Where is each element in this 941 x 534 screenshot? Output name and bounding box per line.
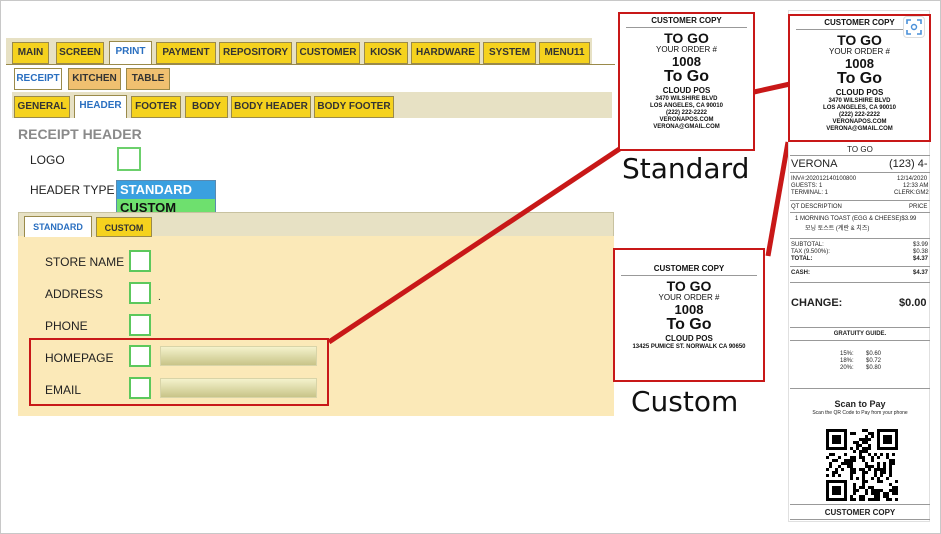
divider [790,504,930,505]
standard-receipt-preview: CUSTOMER COPY TO GO YOUR ORDER # 1008 To… [618,12,755,151]
divider [790,238,930,239]
divider [790,519,930,520]
receipt-tax-label: TAX (9.500%): [791,249,830,255]
receipt-copy-label: CUSTOMER COPY [626,17,747,28]
gratuity-15-label: 15%: [840,351,854,357]
receipt-to-go-2: To Go [836,70,883,87]
receipt-to-go-2: To Go [666,316,712,333]
divider [790,282,930,283]
divider [790,340,930,341]
receipt-custom-address: 13425 PUMICE ST. NORWALK CA 90650 [632,344,746,350]
gratuity-15-value: $0.60 [866,351,882,357]
receipt-cash: $4.37 [913,270,929,276]
receipt-subtotal-label: SUBTOTAL: [791,242,824,248]
receipt-to-go-2: To Go [663,68,710,85]
receipt-email: VERONA@GMAIL.COM [653,124,720,130]
receipt-order-label: YOUR ORDER # [658,293,720,302]
divider [790,155,930,156]
gratuity-18-value: $0.72 [866,358,882,364]
receipt-address-1: 3470 WILSHIRE BLVD [655,96,718,102]
receipt-scan-to-pay: Scan to Pay [834,399,886,409]
receipt-phone: (222) 222-2222 [838,112,881,118]
receipt-scan-sub: Scan the QR Code to Pay from your phone [812,410,908,416]
receipt-verona-phone: (123) 4- [889,158,928,170]
divider [790,212,930,213]
divider [790,200,930,201]
receipt-col-price: PRICE [909,204,928,210]
receipt-to-go-line: TO GO [847,145,873,154]
divider [790,388,930,389]
receipt-clerk: CLERK:GM2 [894,190,929,196]
receipt-store-name: CLOUD POS [662,86,711,95]
receipt-item: 1 MORNING TOAST (EGG & CHEESE)$3.99 [795,216,917,222]
connector-to-standard [327,143,626,345]
divider [790,327,930,328]
receipt-inv: INV#:202012140100800 [791,176,857,182]
receipt-to-go: TO GO [666,278,712,294]
receipt-email: VERONA@GMAIL.COM [826,126,893,132]
receipt-store-name: CLOUD POS [665,334,713,343]
receipt-web: VERONAPOS.COM [659,117,714,123]
gratuity-20-label: 20%: [840,365,854,371]
receipt-date: 12/14/2020 [897,176,928,182]
receipt-order-number: 1008 [674,302,704,317]
receipt-subtotal: $3.99 [913,242,929,248]
receipt-change-label: CHANGE: [791,297,843,309]
receipt-address-2: LOS ANGELES, CA 90010 [823,105,896,111]
receipt-to-go: TO GO [664,30,709,46]
gratuity-18-label: 18%: [840,358,854,364]
qr-code-icon [826,429,898,501]
receipt-store-name: CLOUD POS [835,88,884,97]
receipt-col-desc: QT DESCRIPTION [791,204,842,210]
divider [790,172,930,173]
receipt-total: $4.37 [913,256,929,262]
receipt-web: VERONAPOS.COM [832,119,887,125]
receipt-item-korean: 모닝 토스트 (계란 & 치즈) [805,226,870,232]
scan-icon[interactable] [903,16,925,38]
receipt-guests: GUESTS: 1 [791,183,823,189]
caption-custom: Custom [631,385,739,418]
receipt-verona: VERONA [791,158,838,170]
receipt-bottom-copy: CUSTOMER COPY [824,508,896,517]
receipt-address-2: LOS ANGELES, CA 90010 [650,103,723,109]
receipt-phone: (222) 222-2222 [665,110,708,116]
receipt-time: 12:33 AM [903,183,929,189]
receipt-terminal: TERMINAL: 1 [791,190,829,196]
receipt-tax: $0.38 [913,249,929,255]
receipt-cash-label: CASH: [791,270,810,276]
gratuity-20-value: $0.80 [866,365,882,371]
receipt-copy-label: CUSTOMER COPY [621,265,757,276]
receipt-order-number: 1008 [672,54,701,69]
receipt-order-label: YOUR ORDER # [656,45,717,54]
custom-receipt-preview: CUSTOMER COPY TO GO YOUR ORDER # 1008 To… [613,248,765,382]
receipt-total-label: TOTAL: [791,256,813,262]
receipt-order-number: 1008 [845,56,874,71]
divider [790,266,930,267]
receipt-gratuity: GRATUITY GUIDE. [833,331,887,337]
caption-standard: Standard [622,152,750,185]
receipt-order-label: YOUR ORDER # [829,47,890,56]
receipt-address-1: 3470 WILSHIRE BLVD [828,98,891,104]
connector-standard-to-full [753,81,791,95]
receipt-change: $0.00 [899,297,927,309]
connector-full-to-custom [765,141,791,257]
